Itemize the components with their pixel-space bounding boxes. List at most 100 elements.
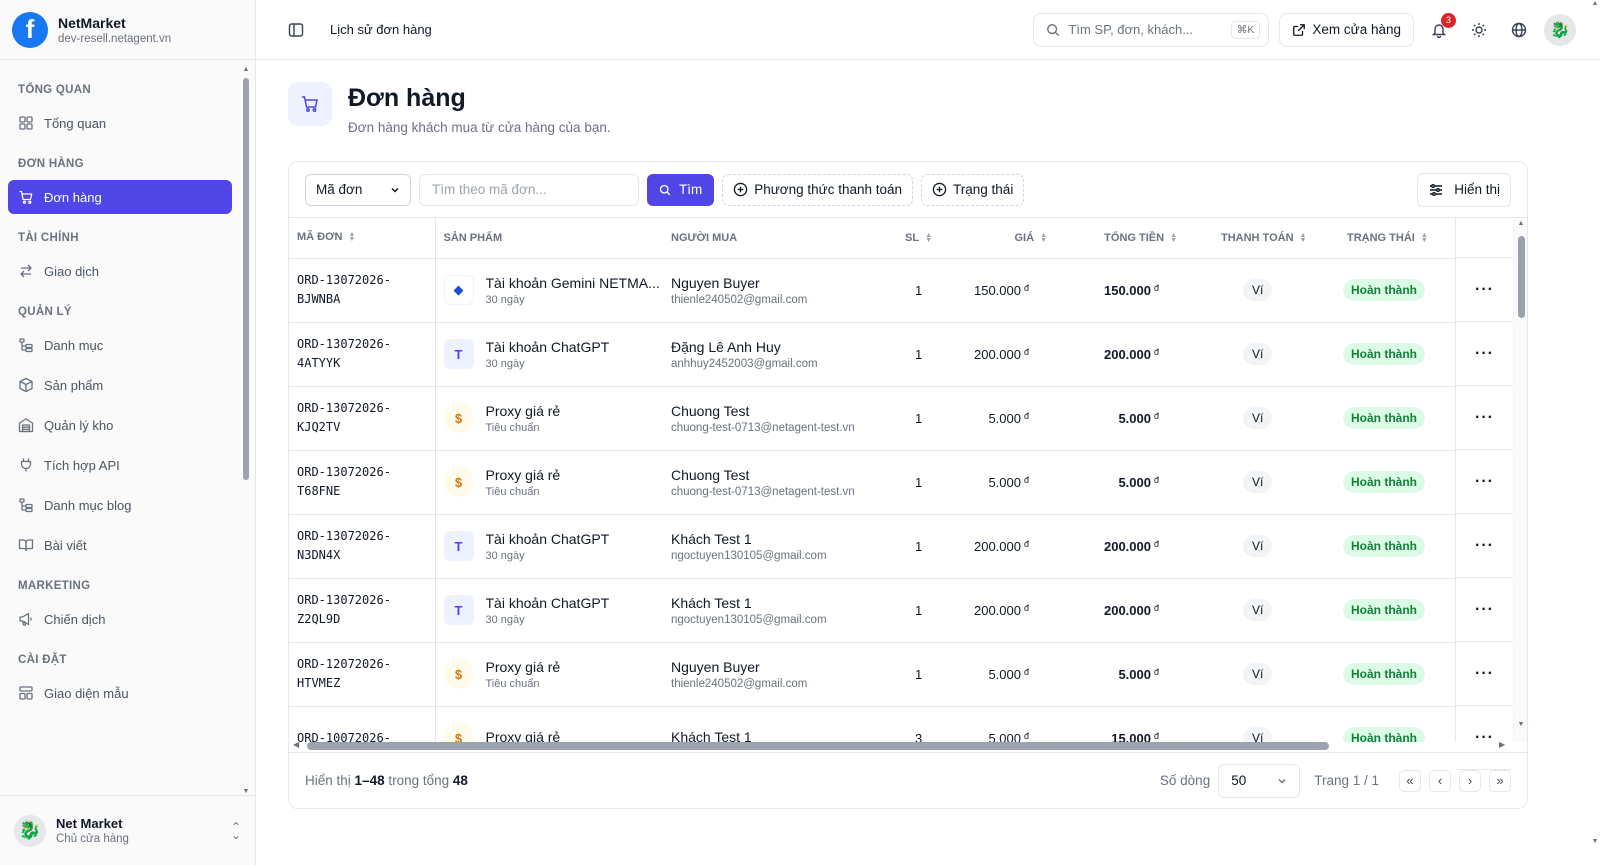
first-page-button[interactable]: « <box>1399 769 1421 792</box>
sidebar-item[interactable]: Sản phẩm <box>8 368 232 402</box>
sort-icon[interactable]: ▲ ▼ <box>1170 232 1177 244</box>
sidebar-item[interactable]: Tổng quan <box>8 106 232 140</box>
product-variant: Tiêu chuẩn <box>485 485 540 498</box>
payment-method-filter[interactable]: Phương thức thanh toán <box>722 173 914 206</box>
order-code-cell[interactable]: ORD-13072026- N3DN4X <box>289 514 436 579</box>
rows-per-page-select[interactable]: 50 <box>1218 763 1301 798</box>
qty-cell: 3 <box>871 706 951 742</box>
view-options-button[interactable]: Hiển thị <box>1417 172 1511 207</box>
sidebar-item[interactable]: Giao dịch <box>8 254 232 288</box>
row-actions-button[interactable]: ··· <box>1456 514 1513 578</box>
scroll-down-icon[interactable]: ▼ <box>1590 838 1600 845</box>
table-row[interactable]: ORD-12072026- HTVMEZ $ Proxy giá rẻ Tiêu … <box>289 642 1513 707</box>
sort-icon[interactable]: ▲ ▼ <box>348 231 355 243</box>
table-row[interactable]: ORD-13072026- T68FNE $ Proxy giá rẻ Tiêu … <box>289 450 1513 515</box>
global-search-input[interactable]: Tìm SP, đơn, khách... ⌘K <box>1033 12 1270 47</box>
sort-icon[interactable]: ▲ ▼ <box>1421 232 1428 244</box>
order-code-cell[interactable]: ORD-13072026- T68FNE <box>289 450 436 515</box>
sidebar-item-label: Đơn hàng <box>44 189 102 205</box>
more-horizontal-icon: ··· <box>1475 664 1494 682</box>
sidebar-item[interactable]: Bài viết <box>8 528 232 562</box>
table-row[interactable]: ORD-13072026- Z2QL9D T Tài khoản ChatGPT … <box>289 578 1513 643</box>
breadcrumb: Lịch sử đơn hàng <box>330 22 432 37</box>
prev-page-button[interactable]: ‹ <box>1429 769 1451 792</box>
theme-toggle-button[interactable] <box>1464 15 1494 45</box>
page-title: Đơn hàng <box>348 84 466 112</box>
sidebar-item[interactable]: Chiến dịch <box>8 602 232 636</box>
sidebar-item[interactable]: Quản lý kho <box>8 408 232 442</box>
table-row[interactable]: ORD-13072026- N3DN4X T Tài khoản ChatGPT … <box>289 514 1513 579</box>
table-row[interactable]: ORD-10072026- $ Proxy giá rẻ Khách Test … <box>289 706 1513 742</box>
order-code-cell[interactable]: ORD-13072026- BJWNBA <box>289 258 436 323</box>
product-thumbnail: $ <box>443 659 474 689</box>
product-name: Tài khoản ChatGPT <box>485 594 610 611</box>
account-avatar[interactable]: 🐉 <box>1544 13 1576 46</box>
column-header-qty[interactable]: SL ▲ ▼ <box>871 218 951 259</box>
sidebar-item[interactable]: Đơn hàng <box>8 180 232 214</box>
buyer-cell: Khách Test 1 ngoctuyen130105@gmail.com <box>671 514 871 579</box>
order-code-cell[interactable]: ORD-12072026- HTVMEZ <box>289 642 436 707</box>
table-header-row: MÃ ĐƠN ▲ ▼ SẢN PHẨM NGƯỜI MUA SL ▲ ▼ GIÁ ▲ ▼ T… <box>289 218 1513 259</box>
scroll-left-icon[interactable]: ◀ <box>293 740 299 749</box>
buyer-name: Đặng Lê Anh Huy <box>671 338 781 355</box>
row-actions-button[interactable]: ··· <box>1456 450 1513 514</box>
sidebar-item[interactable]: Tích hợp API <box>8 448 232 482</box>
sidebar-item[interactable]: Giao diện mẫu <box>8 676 232 710</box>
sidebar-item-label: Tích hợp API <box>44 457 120 473</box>
order-code-cell[interactable]: ORD-13072026- 4ATYYK <box>289 322 436 387</box>
buyer-name: Chuong Test <box>671 466 750 483</box>
column-header-total[interactable]: TỔNG TIỀN ▲ ▼ <box>1051 218 1181 259</box>
scroll-up-icon[interactable]: ▲ <box>1514 220 1527 227</box>
view-store-button[interactable]: Xem cửa hàng <box>1279 12 1414 47</box>
buyer-cell: Đặng Lê Anh Huy anhhuy2452003@gmail.com <box>671 322 871 387</box>
scroll-up-icon[interactable]: ▲ <box>1590 0 1600 7</box>
nav-group-title: CÀI ĐẶT <box>18 654 67 666</box>
scrollbar-thumb[interactable] <box>1518 236 1525 318</box>
order-search-input[interactable]: Tìm theo mã đơn... <box>419 173 639 206</box>
column-header-code[interactable]: MÃ ĐƠN ▲ ▼ <box>289 218 436 259</box>
table-horizontal-scrollbar[interactable]: ◀ ▶ <box>289 738 1513 752</box>
table-row[interactable]: ORD-13072026- KJQ2TV $ Proxy giá rẻ Tiêu … <box>289 386 1513 451</box>
sort-icon[interactable]: ▲ ▼ <box>925 232 932 244</box>
table-vertical-scrollbar[interactable]: ▲ ▼ <box>1513 218 1527 742</box>
last-page-button[interactable]: » <box>1489 769 1511 792</box>
scrollbar-thumb[interactable] <box>243 78 249 480</box>
page-scrollbar[interactable]: ▲ ▼ <box>1590 0 1600 865</box>
search-field-select[interactable]: Mã đơn <box>305 173 411 206</box>
sort-icon[interactable]: ▲ ▼ <box>1300 232 1307 244</box>
scroll-up-icon[interactable]: ▲ <box>241 66 251 74</box>
scroll-down-icon[interactable]: ▼ <box>1514 721 1527 728</box>
user-menu[interactable]: 🐉 Net Market Chủ cửa hàng ⌃ ⌄ <box>0 795 255 865</box>
order-code-cell[interactable]: ORD-13072026- Z2QL9D <box>289 578 436 643</box>
search-button[interactable]: Tìm <box>647 173 715 206</box>
double-chevron-left-icon: « <box>1406 773 1414 788</box>
next-page-button[interactable]: › <box>1459 769 1481 792</box>
sidebar-scrollbar[interactable]: ▲ ▼ <box>241 66 251 796</box>
column-header-payment[interactable]: THANH TOÁN ▲ ▼ <box>1181 218 1311 259</box>
sidebar-item[interactable]: Danh mục blog <box>8 488 232 522</box>
column-header-price[interactable]: GIÁ ▲ ▼ <box>951 218 1051 259</box>
product-variant: 30 ngày <box>485 549 525 562</box>
sidebar-toggle-icon[interactable] <box>282 16 310 44</box>
row-actions-button[interactable]: ··· <box>1456 642 1513 706</box>
language-button[interactable] <box>1504 15 1534 45</box>
sort-icon[interactable]: ▲ ▼ <box>1040 232 1047 244</box>
total-cell: 5.000 đ <box>1051 450 1181 515</box>
sidebar-item[interactable]: Danh mục <box>8 328 232 362</box>
scroll-down-icon[interactable]: ▼ <box>241 788 251 796</box>
scroll-right-icon[interactable]: ▶ <box>1499 740 1505 749</box>
row-actions-button[interactable]: ··· <box>1456 578 1513 642</box>
row-actions-button[interactable]: ··· <box>1456 386 1513 450</box>
table-row[interactable]: ORD-13072026- 4ATYYK T Tài khoản ChatGPT … <box>289 322 1513 387</box>
notifications-button[interactable]: 3 <box>1424 12 1456 45</box>
table-row[interactable]: ORD-13072026- BJWNBA ◆ Tài khoản Gemini N… <box>289 258 1513 323</box>
scrollbar-thumb[interactable] <box>307 742 1329 750</box>
order-code-cell[interactable]: ORD-10072026- <box>289 706 436 742</box>
status-filter[interactable]: Trạng thái <box>921 173 1025 206</box>
row-actions-button[interactable]: ··· <box>1456 322 1513 386</box>
payment-cell: Ví <box>1181 514 1311 579</box>
row-actions-button[interactable]: ··· <box>1456 258 1513 322</box>
brand[interactable]: f NetMarket dev-resell.netagent.vn <box>0 0 255 60</box>
order-code-cell[interactable]: ORD-13072026- KJQ2TV <box>289 386 436 451</box>
search-button-label: Tìm <box>679 182 703 197</box>
